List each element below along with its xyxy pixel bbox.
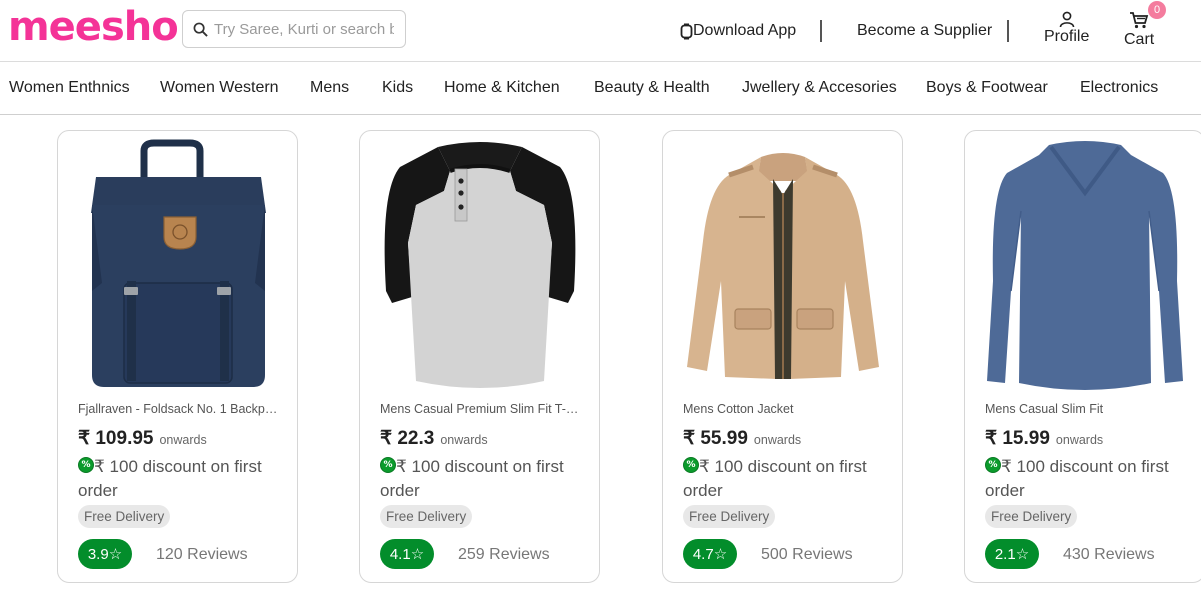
product-card[interactable]: Mens Casual Premium Slim Fit T-Shirts ₹ … bbox=[359, 130, 600, 583]
product-name[interactable]: Mens Casual Premium Slim Fit T-Shirts bbox=[380, 402, 585, 416]
phone-icon bbox=[680, 23, 693, 39]
free-delivery-badge: Free Delivery bbox=[78, 505, 171, 528]
header-divider bbox=[820, 20, 822, 42]
cart-label: Cart bbox=[1124, 31, 1155, 48]
cart-button[interactable]: Cart bbox=[1124, 11, 1154, 49]
search-icon bbox=[193, 22, 208, 37]
cart-count-badge: 0 bbox=[1148, 1, 1166, 19]
price-onwards-label: onwards bbox=[1055, 433, 1104, 447]
discount-text: ₹ 100 discount on first order bbox=[380, 457, 564, 500]
price-onwards-label: onwards bbox=[753, 433, 802, 447]
product-price-row: ₹ 22.3 onwards bbox=[380, 427, 488, 450]
header-divider bbox=[1007, 20, 1009, 42]
product-price: ₹ 15.99 bbox=[985, 428, 1050, 449]
product-image-cotton-jacket bbox=[687, 153, 879, 379]
discount-text-row: ₹ 100 discount on first order bbox=[78, 455, 293, 503]
product-card[interactable]: Mens Cotton Jacket ₹ 55.99 onwards ₹ 100… bbox=[662, 130, 903, 583]
top-header: meesho Download App Become a Supplier Pr… bbox=[0, 0, 1201, 62]
rating-badge: 4.7☆ bbox=[683, 539, 737, 569]
download-app-link[interactable]: Download App bbox=[680, 22, 796, 40]
discount-icon bbox=[380, 457, 396, 473]
discount-text: ₹ 100 discount on first order bbox=[985, 457, 1169, 500]
discount-icon bbox=[683, 457, 699, 473]
nav-item-women-western[interactable]: Women Western bbox=[160, 79, 279, 97]
product-card[interactable]: Mens Casual Slim Fit ₹ 15.99 onwards ₹ 1… bbox=[964, 130, 1201, 583]
nav-item-boys-footwear[interactable]: Boys & Footwear bbox=[926, 79, 1048, 97]
review-count: 500 Reviews bbox=[761, 546, 853, 563]
product-image-backpack bbox=[91, 139, 266, 387]
rating-badge: 3.9☆ bbox=[78, 539, 132, 569]
cart-icon bbox=[1130, 12, 1149, 29]
product-name[interactable]: Fjallraven - Foldsack No. 1 Backpack, Fi… bbox=[78, 402, 283, 416]
search-input[interactable] bbox=[212, 19, 396, 39]
discount-text-row: ₹ 100 discount on first order bbox=[380, 455, 595, 503]
category-nav: Women Enthnics Women Western Mens Kids H… bbox=[0, 62, 1201, 115]
nav-item-beauty-health[interactable]: Beauty & Health bbox=[594, 79, 710, 97]
user-icon bbox=[1059, 11, 1074, 28]
product-price-row: ₹ 55.99 onwards bbox=[683, 427, 801, 450]
discount-text: ₹ 100 discount on first order bbox=[78, 457, 262, 500]
nav-item-electronics[interactable]: Electronics bbox=[1080, 79, 1158, 97]
product-name[interactable]: Mens Cotton Jacket bbox=[683, 402, 888, 416]
price-onwards-label: onwards bbox=[159, 433, 207, 447]
search-box[interactable] bbox=[182, 10, 406, 48]
product-card[interactable]: Fjallraven - Foldsack No. 1 Backpack, Fi… bbox=[57, 130, 298, 583]
free-delivery-badge: Free Delivery bbox=[985, 505, 1078, 528]
discount-icon bbox=[78, 457, 94, 473]
review-count: 259 Reviews bbox=[458, 546, 550, 563]
review-count: 120 Reviews bbox=[156, 546, 248, 563]
product-price: ₹ 22.3 bbox=[380, 428, 435, 449]
free-delivery-badge: Free Delivery bbox=[380, 505, 473, 528]
become-supplier-link[interactable]: Become a Supplier bbox=[857, 22, 992, 40]
meesho-logo[interactable]: meesho bbox=[8, 4, 179, 50]
product-image-slim-fit-tshirt bbox=[987, 141, 1183, 390]
discount-text-row: ₹ 100 discount on first order bbox=[683, 455, 898, 503]
free-delivery-badge: Free Delivery bbox=[683, 505, 776, 528]
discount-text-row: ₹ 100 discount on first order bbox=[985, 455, 1200, 503]
nav-item-women-ethnic[interactable]: Women Enthnics bbox=[9, 79, 130, 97]
profile-label: Profile bbox=[1044, 28, 1090, 45]
review-count: 430 Reviews bbox=[1063, 546, 1155, 563]
discount-icon bbox=[985, 457, 1001, 473]
product-image-henley-tshirt bbox=[384, 142, 576, 388]
nav-item-jewellery[interactable]: Jwellery & Accesories bbox=[742, 79, 897, 97]
product-name[interactable]: Mens Casual Slim Fit bbox=[985, 402, 1190, 416]
rating-badge: 4.1☆ bbox=[380, 539, 434, 569]
nav-item-kids[interactable]: Kids bbox=[382, 79, 413, 97]
download-app-label: Download App bbox=[693, 22, 797, 39]
nav-item-home-kitchen[interactable]: Home & Kitchen bbox=[444, 79, 560, 97]
rating-badge: 2.1☆ bbox=[985, 539, 1039, 569]
profile-button[interactable]: Profile bbox=[1044, 11, 1089, 46]
product-price-row: ₹ 15.99 onwards bbox=[985, 427, 1103, 450]
product-price: ₹ 55.99 bbox=[683, 428, 748, 449]
discount-text: ₹ 100 discount on first order bbox=[683, 457, 867, 500]
price-onwards-label: onwards bbox=[440, 433, 488, 447]
product-price: ₹ 109.95 bbox=[78, 428, 154, 449]
product-price-row: ₹ 109.95 onwards bbox=[78, 427, 207, 450]
nav-item-mens[interactable]: Mens bbox=[310, 79, 349, 97]
become-supplier-label: Become a Supplier bbox=[857, 22, 993, 39]
